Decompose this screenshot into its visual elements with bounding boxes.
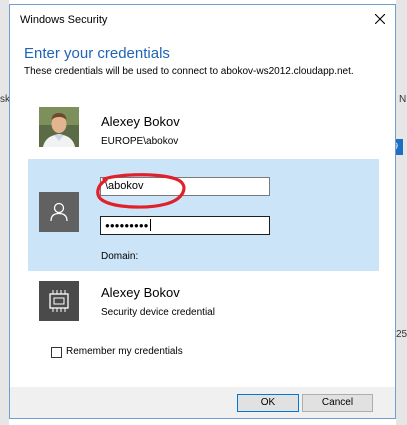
text-caret — [149, 219, 151, 232]
remember-checkbox[interactable] — [51, 347, 62, 358]
dialog-header: Enter your credentials — [24, 45, 170, 62]
chip-icon — [39, 281, 79, 321]
password-field[interactable]: ●●●●●●●●● — [100, 216, 270, 235]
user-account: EUROPE\abokov — [101, 136, 179, 147]
cancel-button[interactable]: Cancel — [302, 394, 373, 412]
background-window-right — [396, 0, 407, 425]
username-value: \abokov — [105, 180, 144, 192]
device-credential-name: Alexey Bokov — [101, 285, 180, 300]
user-name: Alexey Bokov — [101, 114, 180, 129]
domain-label: Domain: — [101, 251, 139, 262]
credential-tile-selected[interactable]: \abokov ●●●●●●●●● Domain: — [28, 159, 379, 271]
remember-label: Remember my credentials — [66, 346, 183, 357]
ok-button[interactable]: OK — [237, 394, 299, 412]
credential-tile-device[interactable]: Alexey Bokov Security device credential — [28, 277, 379, 327]
dialog-subtext: These credentials will be used to connec… — [24, 66, 354, 77]
close-button[interactable] — [365, 5, 395, 35]
person-icon — [39, 192, 79, 232]
window-title: Windows Security — [20, 14, 108, 26]
user-photo-icon — [39, 107, 79, 147]
username-field[interactable]: \abokov — [100, 177, 270, 196]
device-credential-description: Security device credential — [101, 307, 215, 318]
background-text-right: N — [399, 94, 407, 105]
title-bar[interactable]: Windows Security — [10, 5, 395, 35]
button-bar: OK Cancel — [10, 387, 395, 418]
background-window-left — [0, 0, 9, 425]
windows-security-dialog: Windows Security Enter your credentials … — [9, 4, 396, 419]
credential-tile-user[interactable]: Alexey Bokov EUROPE\abokov — [28, 103, 379, 153]
password-mask: ●●●●●●●●● — [105, 221, 149, 230]
dialog-heading: Enter your credentials — [24, 45, 170, 62]
background-text-right-2: 25 — [396, 329, 407, 340]
close-icon — [375, 14, 385, 24]
